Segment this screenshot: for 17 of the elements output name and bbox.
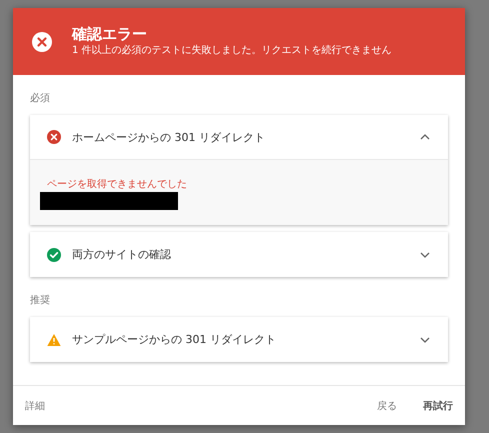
details-button[interactable]: 詳細 [25, 394, 45, 416]
warning-icon [47, 332, 61, 346]
section-label: 必須 [30, 92, 51, 105]
error-icon [47, 130, 61, 144]
check-header[interactable]: サンプルページからの 301 リダイレクト [30, 317, 448, 362]
section-label: 推奨 [30, 294, 51, 307]
dialog-title: 確認エラー [72, 25, 148, 43]
failure-message: ページを取得できませんでした [46, 179, 188, 191]
check-icon [47, 248, 61, 262]
error-message: 1 件以上の必須のテストに失敗しました。リクエストを続行できません [72, 44, 392, 58]
check-title: サンプルページからの 301 リダイレクト [72, 332, 277, 347]
check-title: 両方のサイトの確認 [72, 247, 172, 262]
check-title: ホームページからの 301 リダイレクト [72, 130, 266, 144]
check-header[interactable]: 両方のサイトの確認 [30, 232, 448, 277]
back-button[interactable]: 戻る [377, 394, 397, 416]
error-icon [32, 32, 52, 52]
retry-button[interactable]: 再試行 [423, 394, 453, 416]
